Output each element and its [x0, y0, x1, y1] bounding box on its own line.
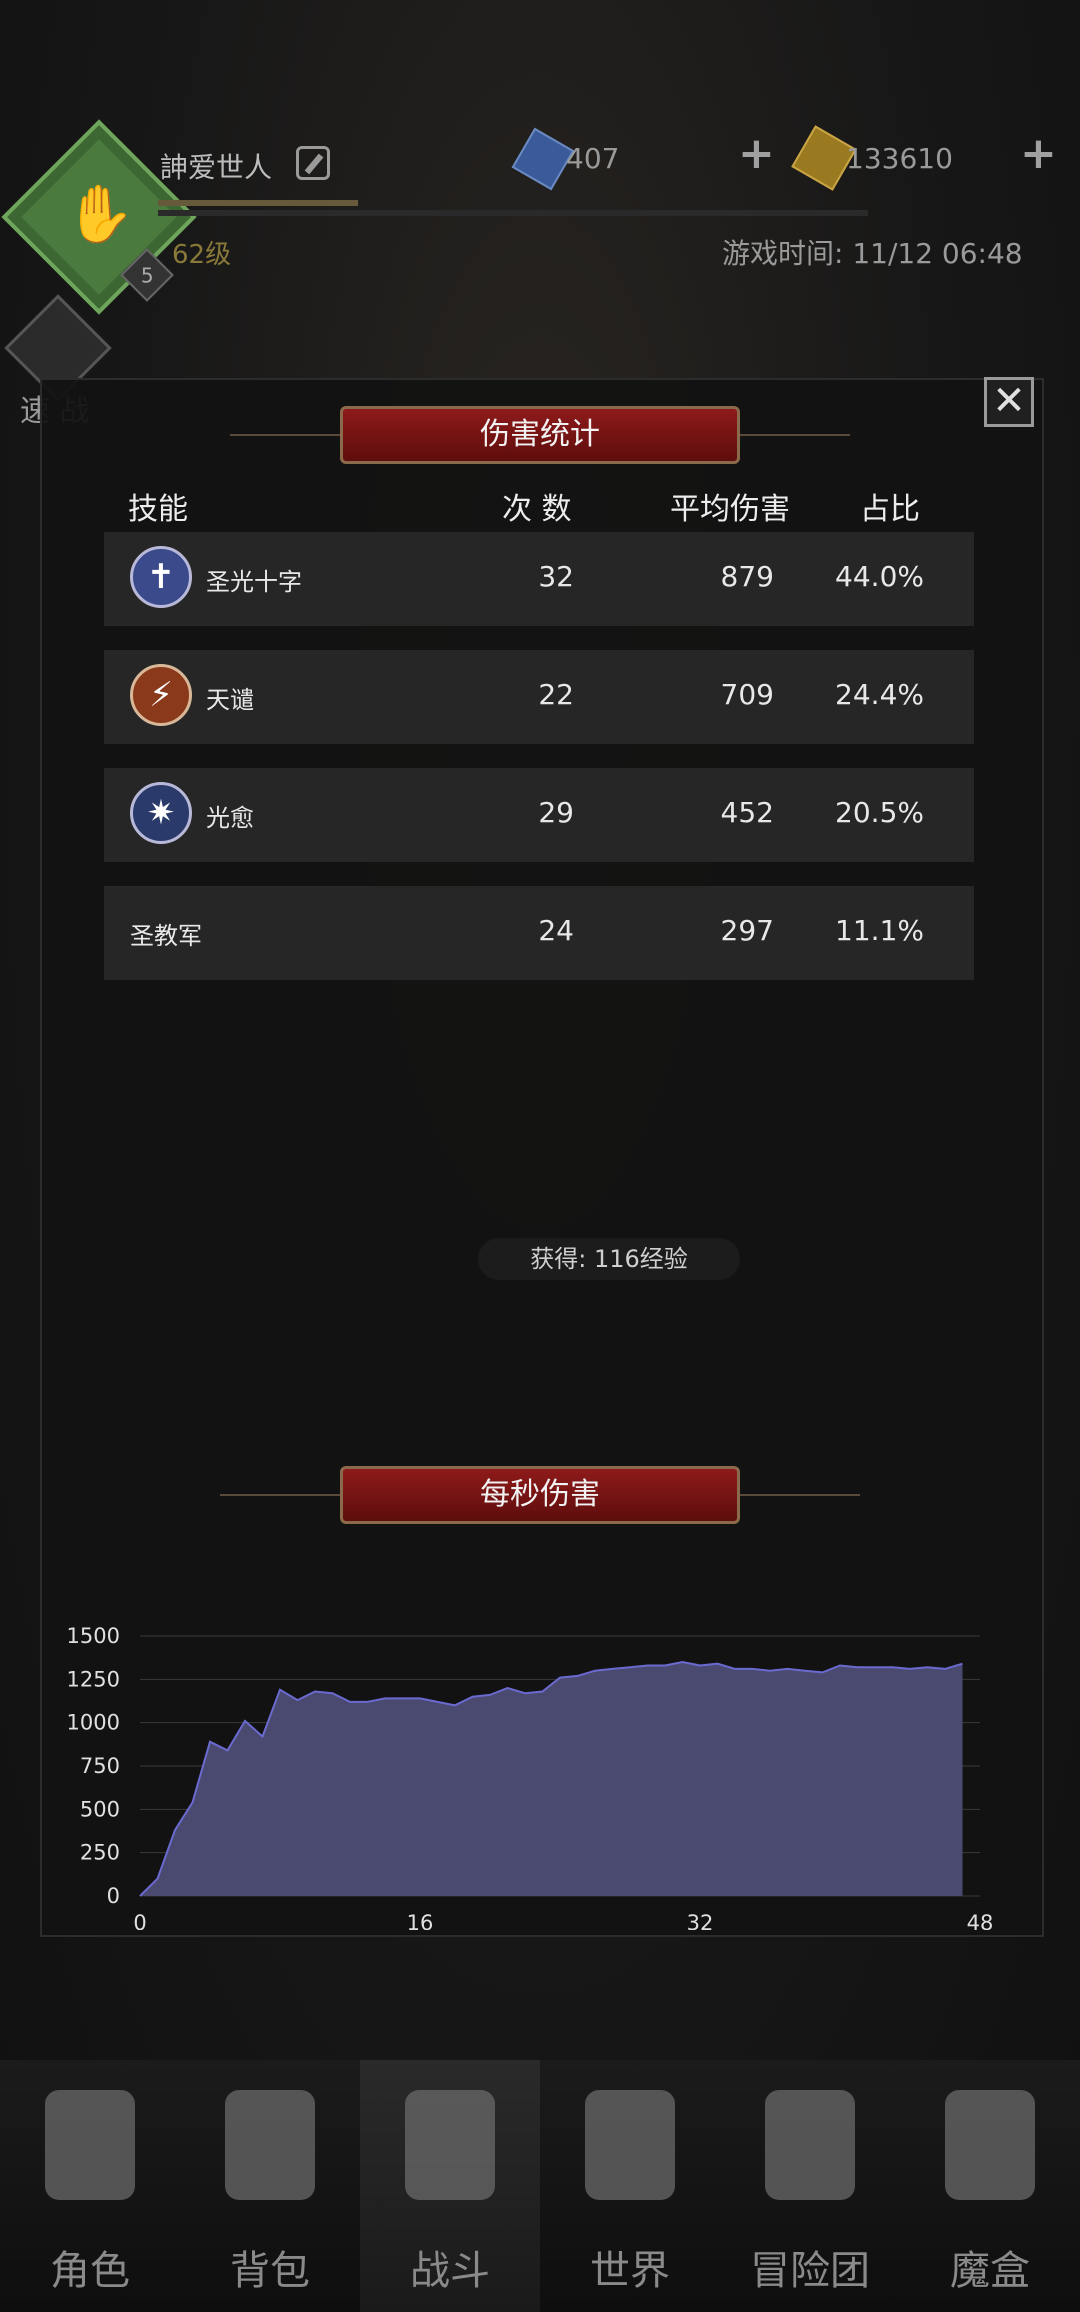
- table-row: ✷ 光愈 29 452 20.5%: [104, 768, 974, 862]
- nav-label: 世界: [590, 2248, 670, 2294]
- xp-bar: [158, 200, 358, 206]
- knight-helmet-icon: [45, 2090, 135, 2200]
- bottom-nav: 角色 背包 战斗 世界 冒险团 魔盒: [0, 2060, 1080, 2312]
- username: 訷爱世人: [160, 151, 273, 184]
- edit-name-icon[interactable]: [296, 146, 330, 180]
- nav-item-adventure-group[interactable]: 冒险团: [720, 2060, 900, 2312]
- dps-title: 每秒伤害: [340, 1466, 740, 1524]
- skill-count: 29: [538, 796, 574, 829]
- sword-shield-icon: [405, 2090, 495, 2200]
- skill-count: 32: [538, 560, 574, 593]
- xp-bar-track: [158, 210, 868, 216]
- add-coins-icon[interactable]: +: [1020, 128, 1057, 179]
- y-tick-label: 500: [80, 1797, 120, 1821]
- y-tick-label: 1250: [67, 1667, 120, 1691]
- y-tick-label: 1000: [67, 1711, 120, 1735]
- col-count: 次 数: [502, 492, 572, 527]
- castle-icon: [765, 2090, 855, 2200]
- skill-avg: 879: [720, 560, 774, 593]
- skill-name: 圣光十字: [206, 568, 302, 596]
- x-tick-label: 16: [407, 1911, 434, 1930]
- backpack-icon: [225, 2090, 315, 2200]
- hand-emblem-icon: ✋: [65, 182, 135, 247]
- game-time: 游戏时间: 11/12 06:48: [722, 237, 1023, 270]
- skill-pct: 20.5%: [835, 796, 924, 829]
- table-row: ✝ 圣光十字 32 879 44.0%: [104, 532, 974, 626]
- skill-pct: 24.4%: [835, 678, 924, 711]
- nav-item-backpack[interactable]: 背包: [180, 2060, 360, 2312]
- col-skill: 技能: [128, 492, 188, 527]
- nav-label: 冒险团: [750, 2248, 870, 2294]
- skill-avg: 297: [720, 914, 774, 947]
- nav-item-magic-box[interactable]: 魔盒: [900, 2060, 1080, 2312]
- nav-label: 背包: [230, 2248, 310, 2294]
- divine-wrath-icon: ⚡: [130, 664, 192, 726]
- add-gems-icon[interactable]: +: [738, 128, 775, 179]
- gem-count: 407: [566, 142, 620, 175]
- top-status-bar: ✋ 5 訷爱世人 62级 407 + 133610 + 游戏时间: 11/12 …: [0, 0, 1080, 429]
- magic-cube-icon: [945, 2090, 1035, 2200]
- nav-item-battle[interactable]: 战斗: [360, 2060, 540, 2312]
- dps-chart: 0 250 500 750 1000 1250 1500 0 16 32 48: [67, 1624, 994, 1930]
- skill-name: 光愈: [206, 804, 254, 832]
- x-tick-label: 0: [133, 1911, 146, 1930]
- player-level: 62级: [172, 240, 232, 270]
- skill-count: 22: [538, 678, 574, 711]
- col-avg-damage: 平均伤害: [670, 492, 790, 527]
- x-tick-label: 48: [967, 1911, 994, 1930]
- nav-label: 战斗: [410, 2248, 490, 2294]
- skill-pct: 11.1%: [835, 914, 924, 947]
- table-row: 圣教军 24 297 11.1%: [104, 886, 974, 980]
- skill-name: 天谴: [206, 686, 254, 714]
- skill-avg: 709: [720, 678, 774, 711]
- skill-pct: 44.0%: [835, 560, 924, 593]
- close-button[interactable]: ✕: [984, 377, 1034, 427]
- skill-avg: 452: [720, 796, 774, 829]
- scroll-map-icon: [585, 2090, 675, 2200]
- nav-item-character[interactable]: 角色: [0, 2060, 180, 2312]
- y-tick-label: 750: [80, 1754, 120, 1778]
- close-icon: ✕: [992, 378, 1026, 424]
- coin-count: 133610: [846, 142, 953, 175]
- col-percent: 占比: [860, 492, 920, 527]
- holy-cross-icon: ✝: [130, 546, 192, 608]
- y-tick-label: 250: [80, 1841, 120, 1865]
- exp-reward: 获得: 116经验: [478, 1238, 740, 1280]
- y-tick-label: 1500: [67, 1624, 120, 1648]
- skill-name: 圣教军: [130, 922, 202, 950]
- dps-area: [140, 1662, 963, 1896]
- x-tick-label: 32: [687, 1911, 714, 1930]
- skill-count: 24: [538, 914, 574, 947]
- nav-label: 魔盒: [950, 2248, 1030, 2294]
- table-row: ⚡ 天谴 22 709 24.4%: [104, 650, 974, 744]
- nav-label: 角色: [50, 2248, 130, 2294]
- gem-icon: [511, 127, 575, 191]
- light-heal-icon: ✷: [130, 782, 192, 844]
- nav-item-world[interactable]: 世界: [540, 2060, 720, 2312]
- y-tick-label: 0: [107, 1884, 120, 1908]
- damage-stats-title: 伤害统计: [340, 406, 740, 464]
